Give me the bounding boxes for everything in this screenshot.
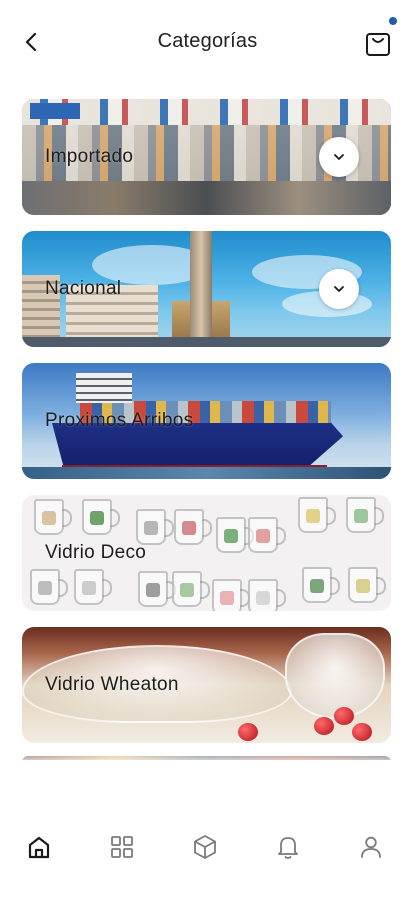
category-label: Proximos Arribos xyxy=(45,410,194,431)
nav-products[interactable] xyxy=(190,832,220,862)
cart-badge xyxy=(389,17,397,25)
bottom-navigation xyxy=(0,760,415,900)
nav-categories[interactable] xyxy=(107,832,137,862)
nav-notifications[interactable] xyxy=(273,832,303,862)
nav-profile[interactable] xyxy=(356,832,386,862)
page-title: Categorías xyxy=(157,30,258,52)
category-label: Vidrio Deco xyxy=(45,542,147,563)
cart-button[interactable] xyxy=(363,26,393,58)
category-card-nacional[interactable]: Nacional xyxy=(22,231,391,347)
chevron-down-icon xyxy=(334,286,344,292)
category-list: Importado Nacional Proximos Arribos Vidr… xyxy=(22,99,391,759)
nav-home[interactable] xyxy=(24,832,54,862)
category-card-vidrio-deco[interactable]: Vidrio Deco xyxy=(22,495,391,611)
home-icon xyxy=(28,836,50,859)
expand-button[interactable] xyxy=(319,137,359,177)
category-label: Nacional xyxy=(45,278,122,299)
category-card-vidrio-wheaton[interactable]: Vidrio Wheaton xyxy=(22,627,391,743)
user-icon xyxy=(361,836,381,858)
expand-button[interactable] xyxy=(319,269,359,309)
category-card-importado[interactable]: Importado xyxy=(22,99,391,215)
chevron-down-icon xyxy=(334,154,344,160)
shopping-bag-icon xyxy=(366,33,390,56)
category-label: Vidrio Wheaton xyxy=(45,674,179,695)
box-icon xyxy=(194,835,216,859)
bell-icon xyxy=(278,837,298,859)
category-label: Importado xyxy=(45,146,134,167)
app-header: Categorías xyxy=(0,0,415,88)
category-card-proximos-arribos[interactable]: Proximos Arribos xyxy=(22,363,391,479)
grid-icon xyxy=(111,836,133,858)
